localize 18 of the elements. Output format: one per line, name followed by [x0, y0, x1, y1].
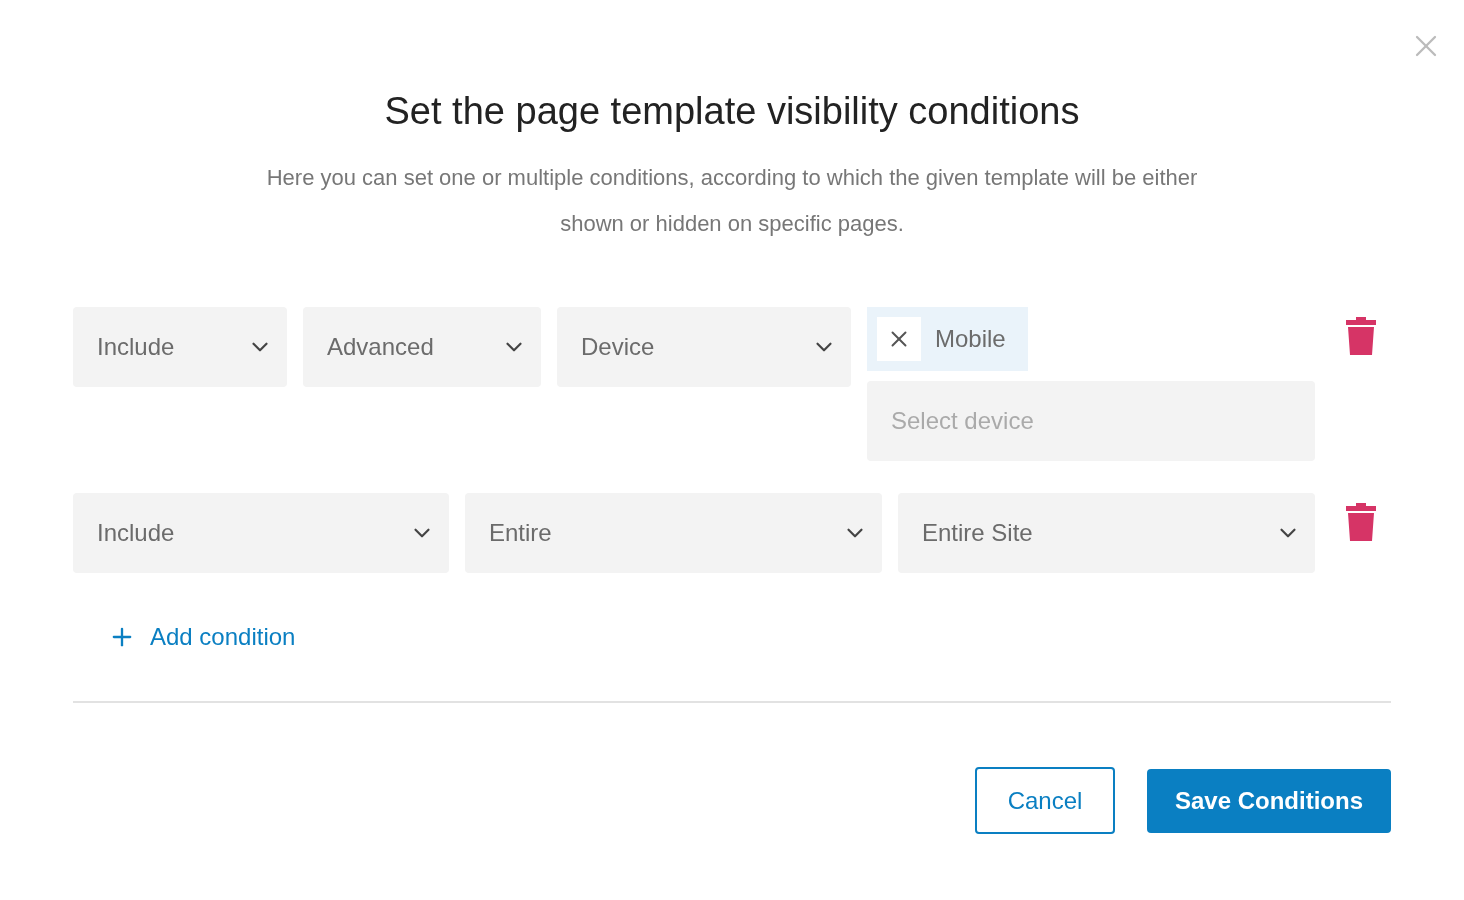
- tag-label: Mobile: [935, 325, 1006, 353]
- cancel-button[interactable]: Cancel: [975, 767, 1115, 834]
- condition-select[interactable]: Entire Site: [898, 493, 1315, 573]
- trash-icon: [1346, 503, 1376, 541]
- dialog-description: Here you can set one or multiple conditions, according to which the given template will be either shown or hidden on specific pages.: [265, 164, 1199, 238]
- condition-select[interactable]: Include: [73, 307, 287, 387]
- dialog-title: Set the page template visibility conditions: [384, 90, 1080, 133]
- condition-select[interactable]: Entire: [465, 493, 882, 573]
- device-input-field[interactable]: Select device: [867, 381, 1315, 461]
- trash-icon: [1346, 317, 1376, 355]
- delete-button[interactable]: [1346, 503, 1376, 541]
- add-condition-button[interactable]: Add condition: [108, 623, 296, 651]
- condition-select[interactable]: Device: [557, 307, 851, 387]
- save-button[interactable]: Save Conditions: [1147, 769, 1391, 833]
- remove-tag-button[interactable]: [877, 317, 921, 361]
- condition-select[interactable]: Include: [73, 493, 449, 573]
- delete-button[interactable]: [1346, 317, 1376, 355]
- condition-select[interactable]: Advanced: [303, 307, 541, 387]
